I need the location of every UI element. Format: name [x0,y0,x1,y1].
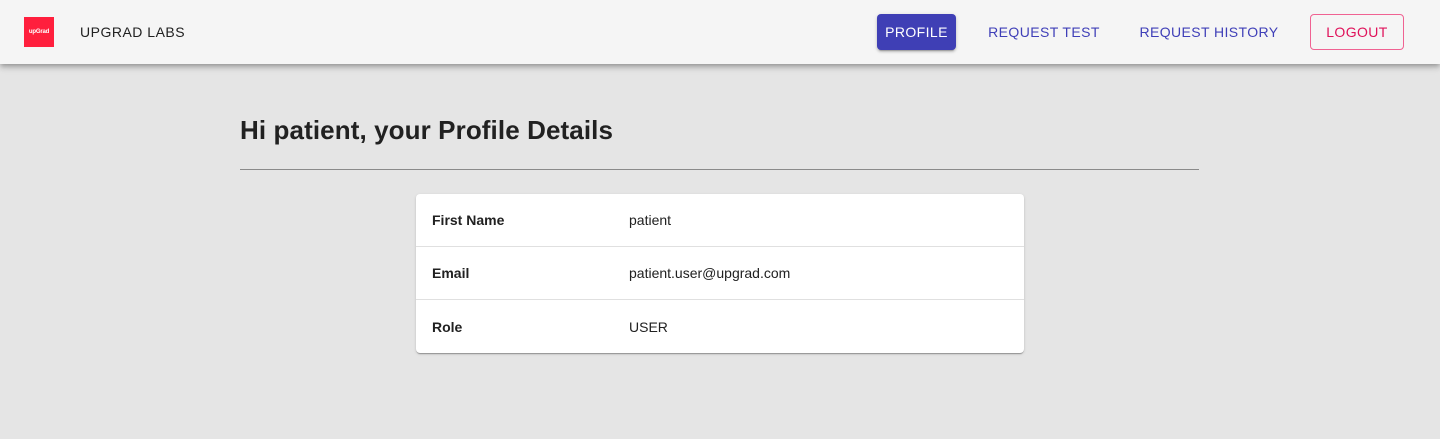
email-value: patient.user@upgrad.com [629,265,791,281]
role-label: Role [432,318,463,335]
title-divider [240,169,1199,170]
brand-title: UPGRAD LABS [80,24,186,40]
logout-button[interactable]: LOGOUT [1310,14,1404,50]
first-name-label: First Name [432,212,505,228]
first-name-value: patient [629,212,672,228]
role-value: USER [629,318,668,335]
profile-button[interactable]: PROFILE [877,14,956,50]
request-test-button[interactable]: REQUEST TEST [980,14,1108,50]
app-bar: upGrad UPGRAD LABS PROFILE REQUEST TEST … [0,0,1440,64]
page-title: Hi patient, your Profile Details [240,115,614,145]
profile-row-first-name: First Name patient [416,194,1024,247]
upgrad-logo[interactable]: upGrad [24,17,54,47]
request-history-button[interactable]: REQUEST HISTORY [1131,14,1287,50]
profile-row-role: Role USER [416,300,1024,353]
email-label: Email [432,265,470,281]
profile-row-email: Email patient.user@upgrad.com [416,247,1024,300]
profile-details-card: First Name patient Email patient.user@up… [416,194,1024,353]
